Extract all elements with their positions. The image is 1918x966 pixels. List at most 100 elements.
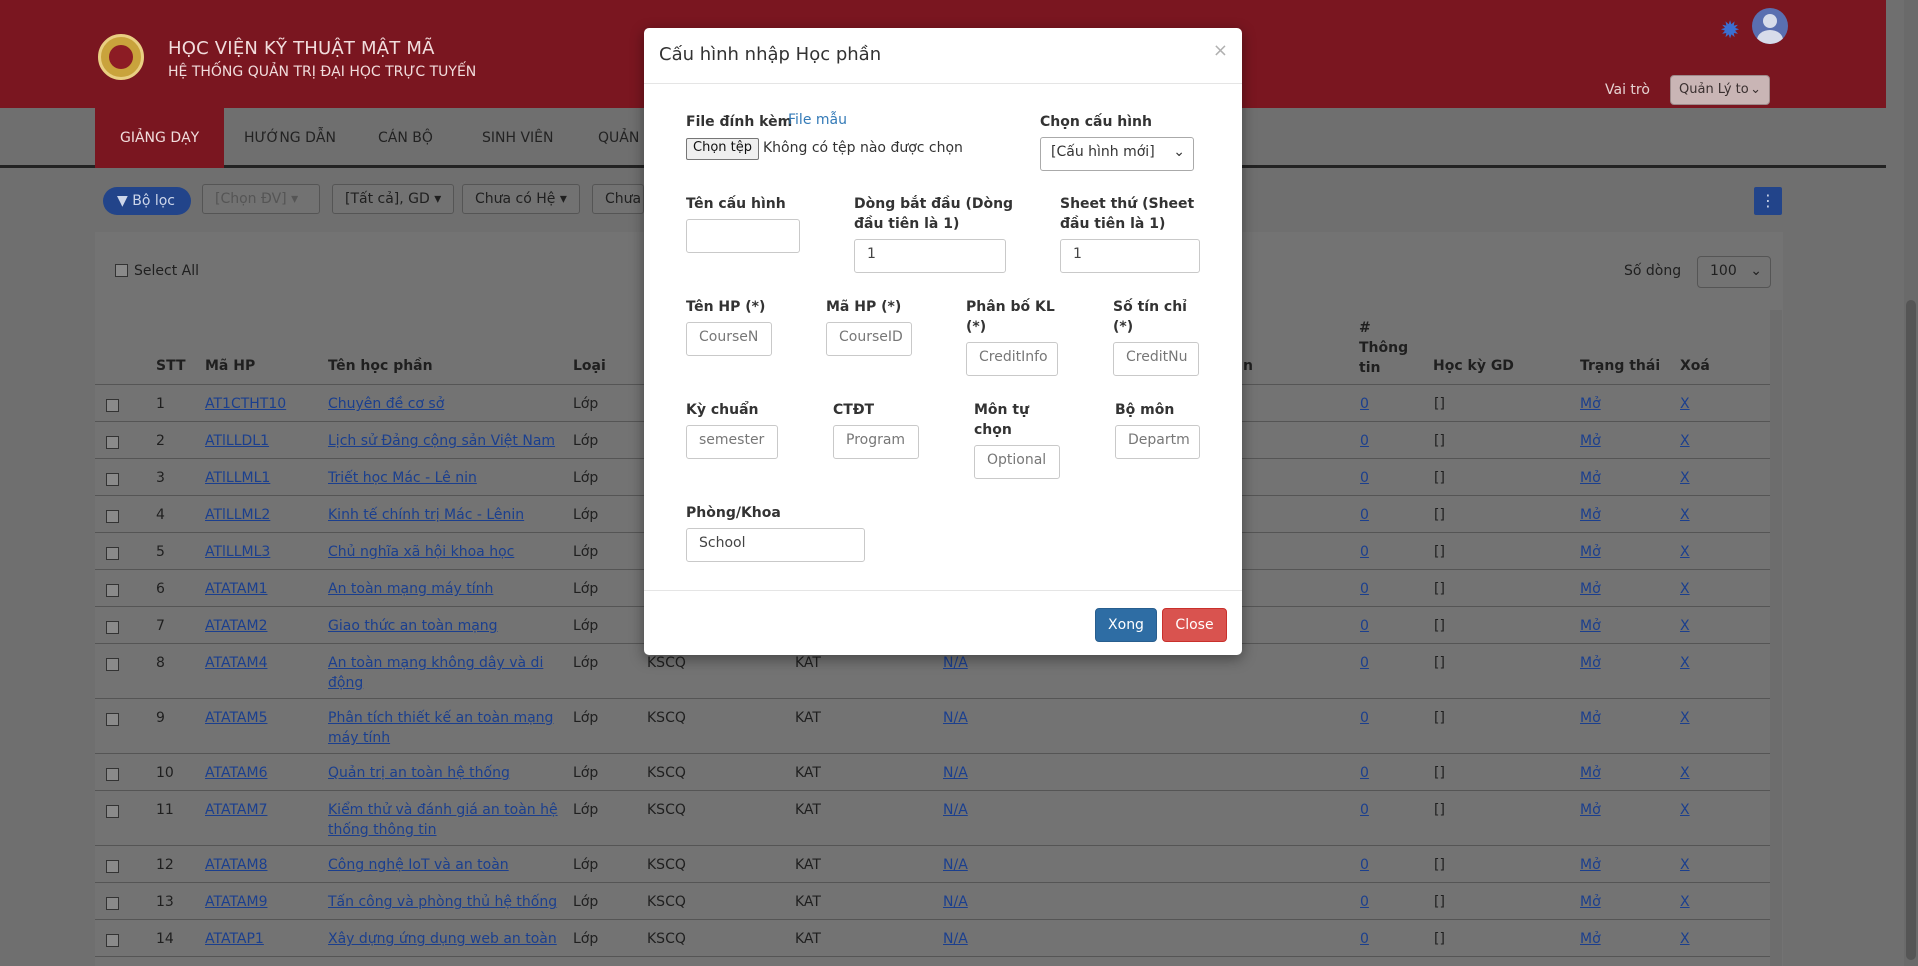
unit-filter[interactable]: [Chọn ĐV] ▾ [202,184,320,214]
row-ma-hp-link[interactable]: ATATAM7 [205,802,267,818]
phong-khoa-input[interactable]: School [686,528,865,562]
row-status-link[interactable]: Mở [1580,655,1601,671]
row-ten-hp-link[interactable]: Xây dựng ứng dụng web an toàn [328,931,557,947]
row-status-link[interactable]: Mở [1580,857,1601,873]
row-info-link[interactable]: 0 [1360,433,1369,449]
row-ma-hp-link[interactable]: ATATAM8 [205,857,267,873]
row-ten-hp-link[interactable]: Phân tích thiết kế an toàn mạng [328,710,553,726]
row-checkbox[interactable] [106,658,119,671]
row-na-link[interactable]: N/A [943,931,968,947]
row-info-link[interactable]: 0 [1360,396,1369,412]
role-select[interactable]: Quản Lý to ⌄ [1670,75,1770,105]
row-delete-link[interactable]: X [1680,857,1690,873]
config-select[interactable]: [Cấu hình mới] ⌄ [1040,137,1194,171]
row-status-link[interactable]: Mở [1580,802,1601,818]
row-status-link[interactable]: Mở [1580,507,1601,523]
row-ma-hp-link[interactable]: ATlLLML2 [205,507,270,523]
avatar[interactable] [1752,8,1788,44]
row-delete-link[interactable]: X [1680,710,1690,726]
row-info-link[interactable]: 0 [1360,894,1369,910]
row-na-link[interactable]: N/A [943,710,968,726]
row-na-link[interactable]: N/A [943,765,968,781]
row-na-link[interactable]: N/A [943,655,968,671]
row-status-link[interactable]: Mở [1580,396,1601,412]
row-delete-link[interactable]: X [1680,433,1690,449]
row-ten-hp-link[interactable]: Công nghệ IoT và an toàn [328,857,509,873]
row-checkbox[interactable] [106,621,119,634]
row-delete-link[interactable]: X [1680,396,1690,412]
row-ten-hp-link[interactable]: Kiểm thử và đánh giá an toàn hệ [328,802,558,818]
row-ten-hp-link[interactable]: Tấn công và phòng thủ hệ thống [328,894,557,910]
start-row-input[interactable]: 1 [854,239,1006,273]
row-info-link[interactable]: 0 [1360,618,1369,634]
row-status-link[interactable]: Mở [1580,433,1601,449]
row-delete-link[interactable]: X [1680,544,1690,560]
ky-chuan-input[interactable]: semester [686,425,778,459]
row-ten-hp-link[interactable]: Lịch sử Đảng cộng sản Việt Nam [328,433,555,449]
row-delete-link[interactable]: X [1680,470,1690,486]
row-status-link[interactable]: Mở [1580,581,1601,597]
row-info-link[interactable]: 0 [1360,710,1369,726]
page-scrollbar-thumb[interactable] [1906,300,1916,960]
table-scrollbar[interactable] [1770,310,1782,966]
row-info-link[interactable]: 0 [1360,507,1369,523]
row-delete-link[interactable]: X [1680,581,1690,597]
row-info-link[interactable]: 0 [1360,857,1369,873]
choose-file-button[interactable]: Chọn tệp [686,138,759,160]
mon-tu-chon-input[interactable]: Optional [974,445,1060,479]
nav-item-sinh-vien[interactable]: SINH VIÊN [482,108,554,168]
nav-item-quan[interactable]: QUẢN [598,108,639,168]
row-checkbox[interactable] [106,584,119,597]
row-ma-hp-link[interactable]: AT1CTHT10 [205,396,286,412]
row-ten-hp-link[interactable]: An toàn mạng không dây và di [328,655,543,671]
nav-item-huong-dan[interactable]: HƯỚNG DẪN [244,108,336,168]
row-info-link[interactable]: 0 [1360,581,1369,597]
row-ma-hp-link[interactable]: ATlLLDL1 [205,433,269,449]
rows-per-page-select[interactable]: 100 ⌄ [1697,256,1771,288]
select-all[interactable]: Select All [115,263,199,279]
row-ten-hp-link[interactable]: Giao thức an toàn mạng [328,618,498,634]
row-delete-link[interactable]: X [1680,507,1690,523]
row-ten-hp-link[interactable]: Triết học Mác - Lê nin [328,470,477,486]
more-menu-button[interactable]: ⋮ [1754,187,1782,215]
row-ten-hp-link[interactable]: Chuyên đề cơ sở [328,396,444,412]
row-ma-hp-link[interactable]: ATATAM2 [205,618,267,634]
row-status-link[interactable]: Mở [1580,618,1601,634]
row-status-link[interactable]: Mở [1580,931,1601,947]
sheet-input[interactable]: 1 [1060,239,1200,273]
nav-item-giang-day[interactable]: GIẢNG DẠY [95,108,225,168]
row-ten-hp-link[interactable]: An toàn mạng máy tính [328,581,493,597]
config-name-input[interactable] [686,219,800,253]
row-delete-link[interactable]: X [1680,931,1690,947]
row-na-link[interactable]: N/A [943,857,968,873]
more-filter[interactable]: Chưa [592,184,644,214]
row-info-link[interactable]: 0 [1360,931,1369,947]
row-delete-link[interactable]: X [1680,655,1690,671]
row-ten-hp-link[interactable]: Kinh tế chính trị Mác - Lênin [328,507,524,523]
ma-hp-input[interactable]: CourseID [826,322,912,356]
row-checkbox[interactable] [106,805,119,818]
row-checkbox[interactable] [106,510,119,523]
row-checkbox[interactable] [106,768,119,781]
close-button[interactable]: Close [1162,608,1227,642]
select-all-checkbox[interactable] [115,264,128,277]
row-ma-hp-link[interactable]: ATATAM6 [205,765,267,781]
row-status-link[interactable]: Mở [1580,710,1601,726]
ten-hp-input[interactable]: CourseN [686,322,772,356]
row-ten-hp-link[interactable]: Chủ nghĩa xã hội khoa học [328,544,514,560]
row-info-link[interactable]: 0 [1360,655,1369,671]
semester-filter[interactable]: [Tất cả], GD ▾ [332,184,455,214]
row-status-link[interactable]: Mở [1580,765,1601,781]
row-delete-link[interactable]: X [1680,765,1690,781]
ctdt-input[interactable]: Program [833,425,919,459]
row-checkbox[interactable] [106,399,119,412]
row-ma-hp-link[interactable]: ATlLLML3 [205,544,270,560]
row-info-link[interactable]: 0 [1360,470,1369,486]
row-ma-hp-link[interactable]: ATATAM1 [205,581,267,597]
row-ma-hp-link[interactable]: ATlLLML1 [205,470,270,486]
row-na-link[interactable]: N/A [943,894,968,910]
row-checkbox[interactable] [106,436,119,449]
row-na-link[interactable]: N/A [943,802,968,818]
row-status-link[interactable]: Mở [1580,470,1601,486]
row-status-link[interactable]: Mở [1580,544,1601,560]
